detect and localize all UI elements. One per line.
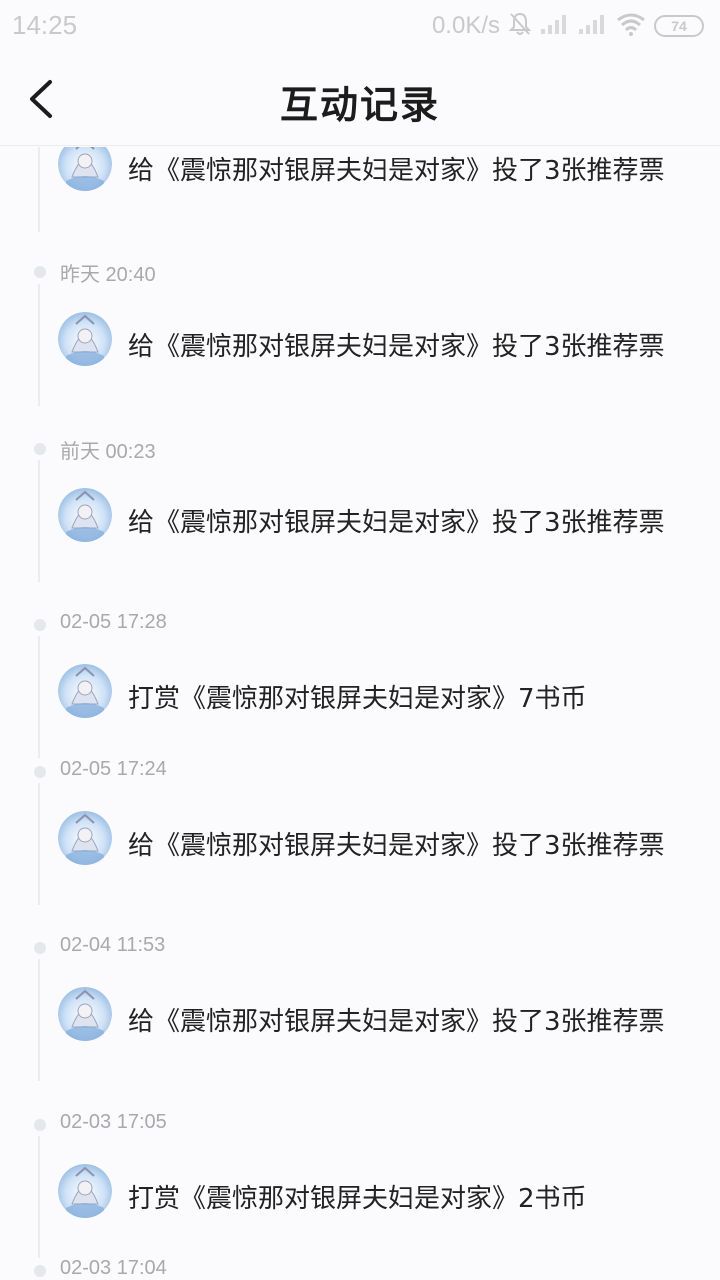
- record-text: 给《震惊那对银屏夫妇是对家》投了3张推荐票: [128, 1007, 665, 1037]
- record-timestamp: 02-03 17:04: [60, 1257, 167, 1279]
- timeline-dot: [34, 1119, 46, 1131]
- signal-icon: [540, 13, 570, 40]
- timeline-line: [38, 284, 40, 406]
- network-speed: 0.0K/s: [431, 12, 500, 39]
- avatar[interactable]: [58, 987, 112, 1041]
- record-timestamp: 02-05 17:28: [60, 611, 167, 633]
- interaction-records-list[interactable]: 给《震惊那对银屏夫妇是对家》投了3张推荐票 昨天 20:40 给《震惊那对银屏夫妇是…: [0, 147, 720, 1280]
- record-timestamp: 前天 00:23: [60, 441, 156, 463]
- record-timestamp: 02-04 11:53: [60, 934, 166, 956]
- record-timestamp: 02-05 17:24: [60, 758, 167, 780]
- timeline-dot: [34, 266, 46, 278]
- timeline-line: [38, 783, 40, 905]
- wifi-icon: [616, 12, 646, 41]
- app-header: 互动记录: [0, 52, 720, 146]
- timeline-dot: [34, 766, 46, 778]
- battery-level: 74: [671, 18, 687, 34]
- timeline-dot: [34, 1265, 46, 1277]
- timeline-dot: [34, 619, 46, 631]
- avatar[interactable]: [58, 1164, 112, 1218]
- timeline-dot: [34, 443, 46, 455]
- page-title: 互动记录: [279, 82, 440, 127]
- record-text: 打赏《震惊那对银屏夫妇是对家》2书币: [128, 1184, 587, 1214]
- timeline-line: [38, 460, 40, 582]
- avatar[interactable]: [58, 664, 112, 718]
- timeline-line: [38, 147, 40, 232]
- status-time: 14:25: [12, 10, 78, 40]
- record-timestamp: 02-03 17:05: [60, 1111, 167, 1133]
- signal-icon: [578, 13, 608, 40]
- record-text: 给《震惊那对银屏夫妇是对家》投了3张推荐票: [128, 156, 665, 186]
- record-text: 给《震惊那对银屏夫妇是对家》投了3张推荐票: [128, 332, 665, 362]
- record-text: 给《震惊那对银屏夫妇是对家》投了3张推荐票: [128, 508, 665, 538]
- timeline-line: [38, 1136, 40, 1258]
- status-bar: 14:25 0.0K/s 74: [0, 0, 720, 52]
- timeline-line: [38, 636, 40, 758]
- status-icons: 0.0K/s 74: [432, 9, 704, 43]
- record-text: 打赏《震惊那对银屏夫妇是对家》7书币: [128, 684, 587, 714]
- timeline-line: [38, 959, 40, 1081]
- record-timestamp: 昨天 20:40: [60, 264, 156, 286]
- avatar[interactable]: [58, 312, 112, 366]
- record-text: 给《震惊那对银屏夫妇是对家》投了3张推荐票: [128, 831, 665, 861]
- timeline-dot: [34, 942, 46, 954]
- avatar[interactable]: [58, 811, 112, 865]
- battery-icon: 74: [654, 15, 704, 37]
- bell-muted-icon: [508, 11, 532, 42]
- avatar[interactable]: [58, 147, 112, 191]
- avatar[interactable]: [58, 488, 112, 542]
